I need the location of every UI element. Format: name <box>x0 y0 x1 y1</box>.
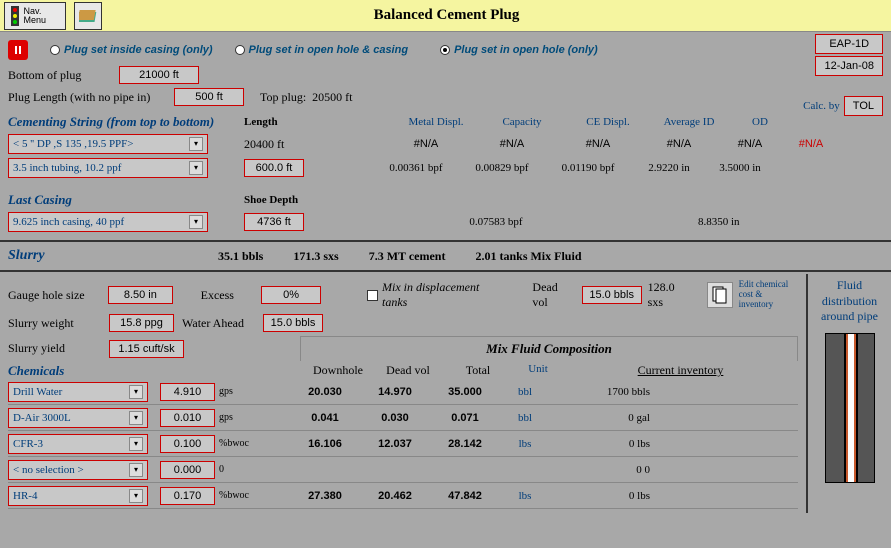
cs-row-2-length-input[interactable]: 600.0 ft <box>244 159 304 177</box>
mix-displacement-checkbox[interactable] <box>367 290 378 301</box>
chemical-amount-input[interactable]: 4.910 <box>160 383 215 401</box>
chevron-down-icon: ▾ <box>189 161 203 175</box>
radio-openhole-only[interactable] <box>440 45 450 55</box>
chemical-dropdown[interactable]: Drill Water▾ <box>8 382 148 402</box>
slurry-yield-input[interactable]: 1.15 cuft/sk <box>109 340 184 358</box>
help-button[interactable] <box>74 2 102 30</box>
shoe-depth-input[interactable]: 4736 ft <box>244 213 304 231</box>
chemical-inventory: 0 lbs <box>550 490 670 502</box>
chemical-deadvol: 0.030 <box>360 412 430 424</box>
radio-openhole-casing[interactable] <box>235 45 245 55</box>
chemical-row: < no selection >▾ 0.0000 0 0 <box>8 457 798 483</box>
chemical-dropdown[interactable]: HR-4▾ <box>8 486 148 506</box>
edit-chemical-link[interactable]: Edit chemical cost & inventory <box>739 280 798 310</box>
chemical-unit2: lbs <box>500 490 550 502</box>
books-icon <box>79 8 97 24</box>
chemical-total: 0.071 <box>430 412 500 424</box>
stop-icon <box>8 40 28 60</box>
chevron-down-icon: ▾ <box>129 463 143 477</box>
chevron-down-icon: ▾ <box>129 437 143 451</box>
chevron-down-icon: ▾ <box>189 215 203 229</box>
excess-input[interactable]: 0% <box>261 286 321 304</box>
date-box: 12-Jan-08 <box>815 56 883 76</box>
pipe-visualization <box>825 333 875 483</box>
gauge-hole-input[interactable]: 8.50 in <box>108 286 173 304</box>
last-casing-header: Last Casing <box>8 192 238 208</box>
chemical-unit: %bwoc <box>215 438 260 449</box>
chemical-dropdown[interactable]: D-Air 3000L▾ <box>8 408 148 428</box>
chemical-row: HR-4▾ 0.170%bwoc 27.38020.46247.842lbs0 lb… <box>8 483 798 509</box>
chemical-total: 47.842 <box>430 490 500 502</box>
chemical-row: D-Air 3000L▾ 0.010gps 0.0410.0300.071bbl0 … <box>8 405 798 431</box>
chemical-inventory: 0 gal <box>550 412 670 424</box>
radio-inside-casing[interactable] <box>50 45 60 55</box>
plug-length-label: Plug Length (with no pipe in) <box>8 90 168 105</box>
chemical-dropdown[interactable]: < no selection >▾ <box>8 460 148 480</box>
chemical-total: 28.142 <box>430 438 500 450</box>
bottom-plug-label: Bottom of plug <box>8 68 113 83</box>
chemical-unit: gps <box>215 386 260 397</box>
chemical-unit2: bbl <box>500 412 550 424</box>
slurry-weight-input[interactable]: 15.8 ppg <box>109 314 174 332</box>
chemical-unit2: bbl <box>500 386 550 398</box>
chemical-row: Drill Water▾ 4.910gps 20.03014.97035.000bb… <box>8 379 798 405</box>
chemical-amount-input[interactable]: 0.170 <box>160 487 215 505</box>
chemicals-header: Chemicals <box>8 363 173 379</box>
chemical-amount-input[interactable]: 0.000 <box>160 461 215 479</box>
cementing-string-header: Cementing String (from top to bottom) <box>8 114 238 130</box>
chemical-unit: %bwoc <box>215 490 260 501</box>
cs-row-1-dropdown[interactable]: < 5 '' DP ,S 135 ,19.5 PPF>▾ <box>8 134 208 154</box>
nav-menu-label: Nav. Menu <box>24 7 62 25</box>
chemical-downhole: 16.106 <box>290 438 360 450</box>
chemical-unit: 0 <box>215 464 260 475</box>
chemical-deadvol: 12.037 <box>360 438 430 450</box>
chemical-downhole: 20.030 <box>290 386 360 398</box>
chemical-total: 35.000 <box>430 386 500 398</box>
top-plug-label: Top plug: <box>260 90 306 105</box>
chemical-deadvol: 14.970 <box>360 386 430 398</box>
water-ahead-input[interactable]: 15.0 bbls <box>263 314 323 332</box>
edit-chemical-button[interactable] <box>707 282 733 308</box>
traffic-light-icon <box>9 6 20 26</box>
slurry-header: Slurry <box>8 248 188 264</box>
document-icon <box>712 286 728 304</box>
chemical-unit2: lbs <box>500 438 550 450</box>
dead-vol-input[interactable]: 15.0 bbls <box>582 286 642 304</box>
last-casing-dropdown[interactable]: 9.625 inch casing, 40 ppf▾ <box>8 212 208 232</box>
chemical-amount-input[interactable]: 0.010 <box>160 409 215 427</box>
mix-fluid-header: Mix Fluid Composition <box>300 336 798 361</box>
well-id-box: EAP-1D <box>815 34 883 54</box>
chemical-inventory: 0 lbs <box>550 438 670 450</box>
chemical-dropdown[interactable]: CFR-3▾ <box>8 434 148 454</box>
bottom-plug-input[interactable]: 21000 ft <box>119 66 199 84</box>
chemical-unit: gps <box>215 412 260 423</box>
calc-by-value[interactable]: TOL <box>844 96 883 116</box>
plug-length-input[interactable]: 500 ft <box>174 88 244 106</box>
fluid-distribution-label[interactable]: Fluid distribution around pipe <box>812 278 887 325</box>
top-plug-value: 20500 ft <box>312 90 352 105</box>
page-title: Balanced Cement Plug <box>102 7 791 24</box>
chemical-inventory: 0 0 <box>550 464 670 476</box>
chemical-deadvol: 20.462 <box>360 490 430 502</box>
chevron-down-icon: ▾ <box>189 137 203 151</box>
chemical-row: CFR-3▾ 0.100%bwoc 16.10612.03728.142lbs0 l… <box>8 431 798 457</box>
chevron-down-icon: ▾ <box>129 489 143 503</box>
chemical-inventory: 1700 bbls <box>550 386 670 398</box>
chevron-down-icon: ▾ <box>129 385 143 399</box>
cs-row-2-dropdown[interactable]: 3.5 inch tubing, 10.2 ppf▾ <box>8 158 208 178</box>
calc-by-label: Calc. by <box>803 100 840 112</box>
chevron-down-icon: ▾ <box>129 411 143 425</box>
nav-menu-button[interactable]: Nav. Menu <box>4 2 66 30</box>
chemical-downhole: 0.041 <box>290 412 360 424</box>
chemical-amount-input[interactable]: 0.100 <box>160 435 215 453</box>
chemical-downhole: 27.380 <box>290 490 360 502</box>
